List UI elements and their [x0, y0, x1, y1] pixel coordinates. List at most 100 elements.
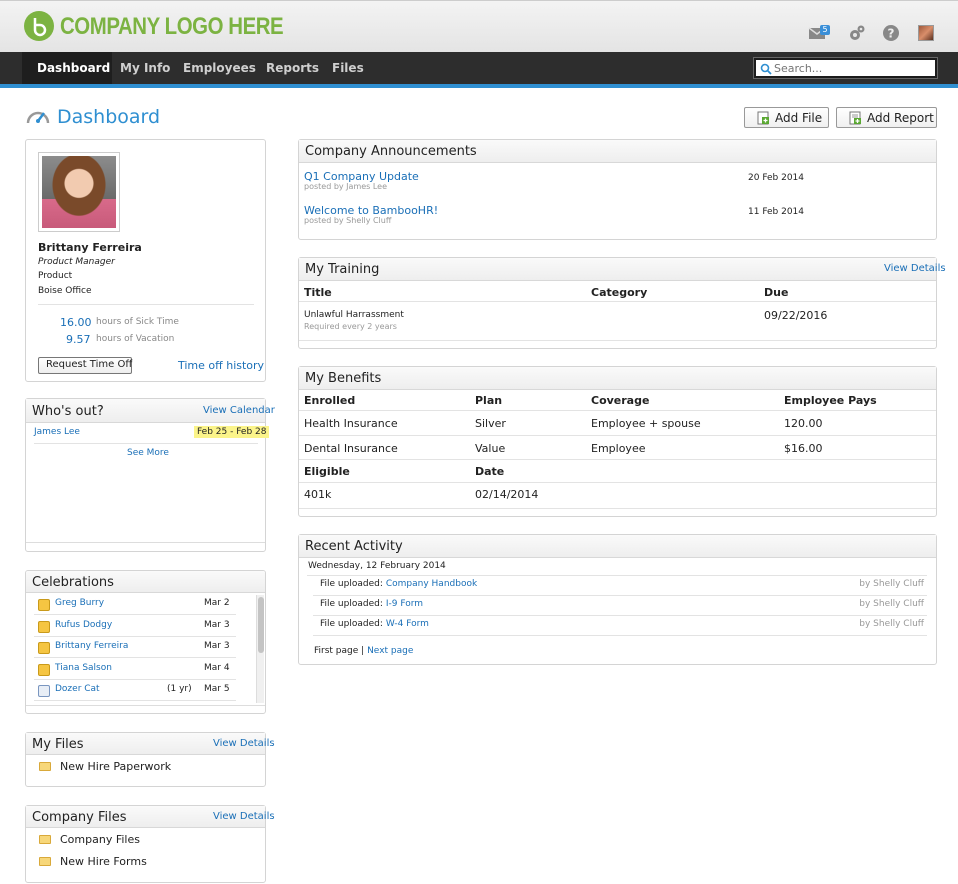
celebration-divider [34, 657, 236, 658]
help-icon[interactable]: ? [882, 24, 900, 42]
activity-file-link[interactable]: Company Handbook [386, 579, 477, 589]
dashboard-gauge-icon [26, 111, 50, 124]
training-col-title: Title [304, 286, 332, 299]
eligible-benefit-name: 401k [304, 488, 332, 501]
birthday-cake-icon [38, 599, 50, 611]
recent-activity-header: Recent Activity [299, 535, 936, 558]
search-box [753, 57, 938, 79]
announcement-date: 11 Feb 2014 [748, 207, 805, 217]
training-row-subtitle: Required every 2 years [304, 322, 397, 331]
pagination-separator: | [361, 646, 365, 656]
activity-divider [307, 575, 927, 576]
nav-reports[interactable]: Reports [266, 61, 319, 75]
benefits-row-divider [299, 435, 936, 436]
request-time-off-label: Request Time Off [46, 359, 133, 370]
company-files-item[interactable]: New Hire Forms [60, 855, 147, 868]
vacation-hours-value: 9.57 [66, 333, 91, 346]
nav-dashboard[interactable]: Dashboard [37, 61, 110, 75]
activity-file-link[interactable]: W-4 Form [386, 619, 429, 629]
add-file-button[interactable]: Add File [744, 107, 829, 128]
next-page-link[interactable]: Next page [367, 646, 413, 656]
activity-divider [313, 595, 927, 596]
folder-icon [39, 835, 51, 844]
training-view-details-link[interactable]: View Details [884, 263, 946, 274]
celebration-name-link[interactable]: Dozer Cat [55, 684, 100, 694]
logo-icon [24, 11, 54, 41]
celebration-date: Mar 2 [204, 598, 230, 608]
company-files-title: Company Files [32, 810, 127, 825]
mail-count-badge: 5 [820, 25, 830, 35]
benefits-row-divider [299, 459, 936, 460]
benefits-col-enrolled: Enrolled [304, 394, 356, 407]
company-files-header: Company Files View Details [26, 806, 275, 828]
view-calendar-link[interactable]: View Calendar [203, 405, 275, 416]
benefits-col-coverage: Coverage [591, 394, 650, 407]
whos-out-panel: Who's out? View Calendar James Lee Feb 2… [25, 398, 275, 552]
announcements-title: Company Announcements [305, 144, 477, 159]
my-files-item[interactable]: New Hire Paperwork [60, 760, 171, 773]
company-files-panel: Company Files View Details Company Files… [25, 805, 275, 883]
training-row-due: 09/22/2016 [764, 309, 828, 322]
benefit-plan: Silver [475, 417, 506, 430]
activity-label: File uploaded: Company Handbook [320, 579, 477, 589]
anniversary-calendar-icon [38, 685, 50, 697]
activity-author: by Shelly Cluff [859, 599, 924, 609]
folder-icon [39, 857, 51, 866]
benefit-plan: Value [475, 442, 506, 455]
whos-out-dates: Feb 25 - Feb 28 [194, 426, 270, 438]
benefit-coverage: Employee [591, 442, 646, 455]
settings-gear-icon[interactable] [848, 24, 866, 42]
benefit-name: Dental Insurance [304, 442, 398, 455]
nav-employees[interactable]: Employees [183, 61, 256, 75]
activity-file-link[interactable]: I-9 Form [386, 599, 423, 609]
celebrations-scrollbar[interactable] [256, 595, 264, 703]
celebrations-footer [26, 705, 265, 706]
celebration-name-link[interactable]: Rufus Dodgy [55, 620, 112, 630]
my-files-header: My Files View Details [26, 733, 275, 755]
search-input[interactable] [774, 61, 932, 76]
benefit-pays: 120.00 [784, 417, 823, 430]
add-report-button[interactable]: Add Report [836, 107, 937, 128]
company-files-view-details-link[interactable]: View Details [213, 811, 275, 822]
benefits-col-plan: Plan [475, 394, 503, 407]
my-files-view-details-link[interactable]: View Details [213, 738, 275, 749]
benefits-divider [299, 410, 936, 411]
see-more-link[interactable]: See More [127, 448, 169, 458]
celebration-divider [34, 700, 236, 701]
celebration-name-link[interactable]: Tiana Salson [55, 663, 112, 673]
benefit-name: Health Insurance [304, 417, 398, 430]
announcement-date: 20 Feb 2014 [748, 173, 805, 183]
whos-out-person-link[interactable]: James Lee [34, 427, 80, 437]
add-file-icon [757, 111, 769, 125]
benefits-footer [299, 508, 936, 509]
celebration-date: Mar 4 [204, 662, 230, 673]
company-files-item[interactable]: Company Files [60, 833, 140, 846]
company-logo-text[interactable]: COMPANY LOGO HERE [60, 13, 284, 41]
time-off-history-link[interactable]: Time off history [178, 359, 264, 372]
benefits-col-eligible: Eligible [304, 465, 350, 478]
add-report-icon [849, 111, 861, 125]
top-header: COMPANY LOGO HERE 5 ? [0, 0, 958, 52]
celebration-name-link[interactable]: Greg Burry [55, 598, 104, 608]
recent-activity-title: Recent Activity [305, 539, 403, 554]
profile-name: Brittany Ferreira [38, 241, 142, 254]
profile-department: Product [38, 271, 73, 281]
request-time-off-button[interactable]: Request Time Off [38, 357, 132, 374]
benefit-pays: $16.00 [784, 442, 823, 455]
user-avatar[interactable] [918, 25, 934, 41]
nav-my-info[interactable]: My Info [120, 61, 170, 75]
profile-photo[interactable] [38, 152, 120, 232]
celebration-name-link[interactable]: Brittany Ferreira [55, 641, 128, 651]
benefits-row-divider [299, 482, 936, 483]
training-title: My Training [305, 262, 380, 277]
nav-files[interactable]: Files [332, 61, 364, 75]
training-divider [299, 301, 936, 302]
activity-author: by Shelly Cluff [859, 579, 924, 589]
scroll-thumb[interactable] [258, 597, 264, 653]
eligible-benefit-date: 02/14/2014 [475, 488, 539, 501]
benefits-col-employee-pays: Employee Pays [784, 394, 877, 407]
sick-hours-label: hours of Sick Time [96, 317, 179, 327]
training-col-due: Due [764, 286, 789, 299]
celebration-date: Mar 3 [204, 619, 230, 630]
benefits-col-date: Date [475, 465, 505, 478]
